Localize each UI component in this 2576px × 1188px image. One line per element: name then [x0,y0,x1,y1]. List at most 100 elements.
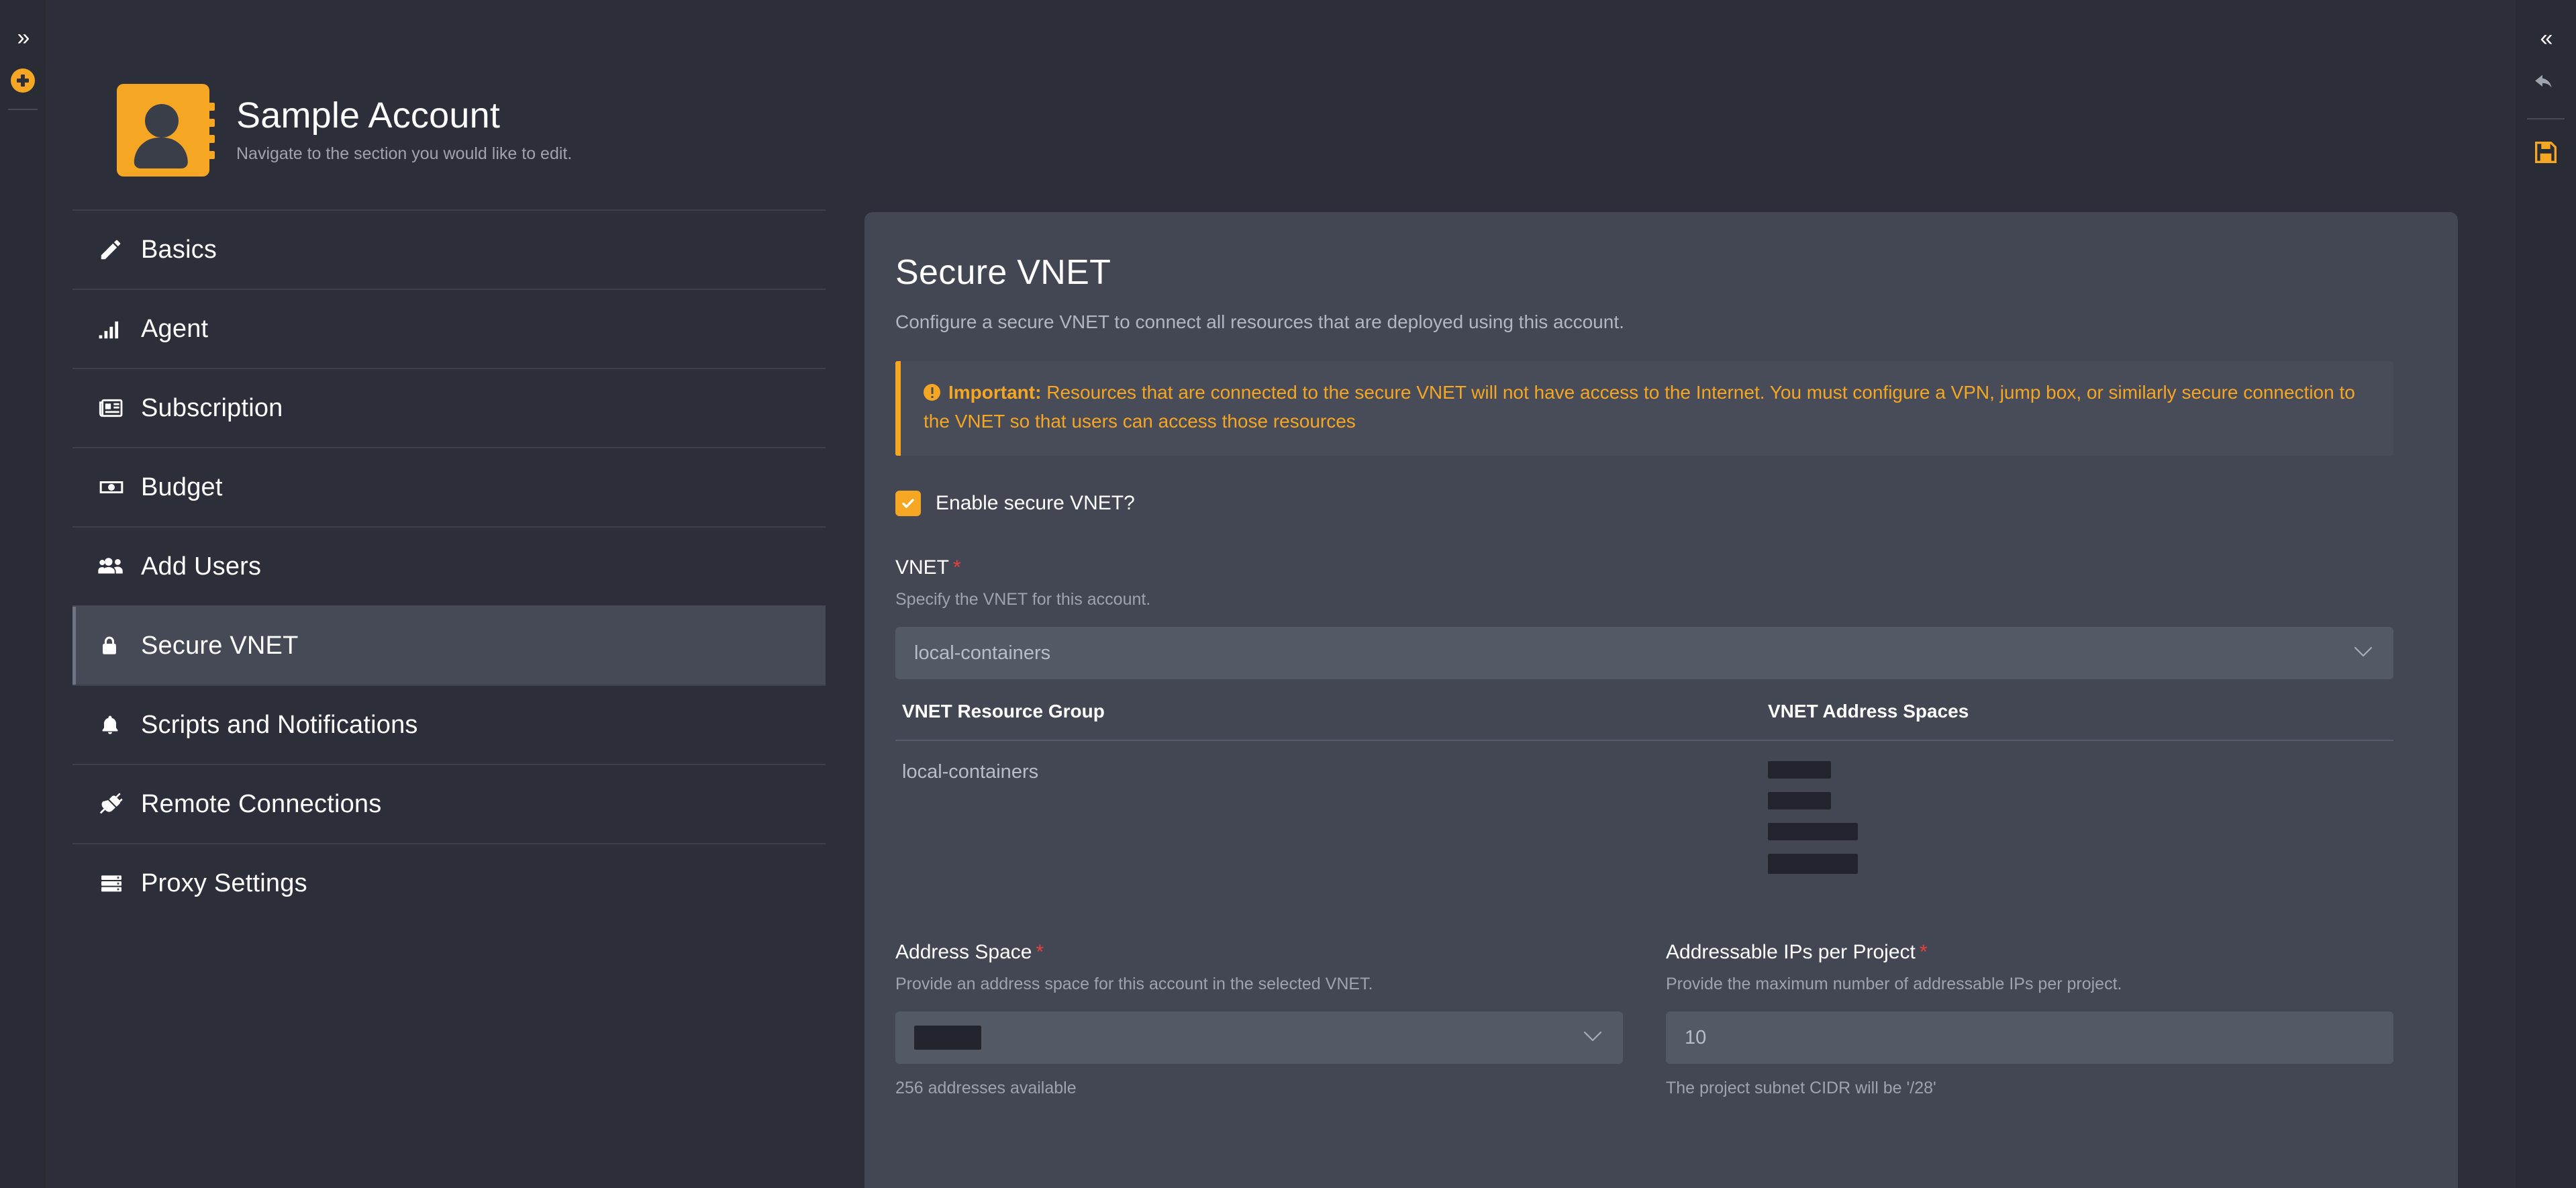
sidebar-nav: Basics Agent Subscription Budget Add Use… [72,209,864,922]
collapse-panel-button[interactable]: « [2516,15,2576,62]
signal-bars-icon [98,316,141,342]
vnet-label-text: VNET [895,556,950,579]
app-root: » Sample Account Navigate to the section… [0,0,2576,1188]
right-rail: « [2516,0,2576,1188]
add-button[interactable] [0,59,46,102]
chevron-down-icon [2353,646,2373,661]
address-space-label: Address Space * [895,941,1623,964]
undo-arrow-icon [2531,70,2561,101]
required-marker: * [953,556,961,579]
sidebar-item-basics[interactable]: Basics [72,209,826,289]
panel-subtitle: Configure a secure VNET to connect all r… [895,311,1624,332]
alert-text: Important: Resources that are connected … [924,379,2373,436]
redacted-value [1768,792,1831,810]
addressable-ips-label-text: Addressable IPs per Project [1666,941,1916,964]
vnet-field-help: Specify the VNET for this account. [895,590,1151,609]
redacted-value [1768,854,1858,875]
plug-icon [98,791,141,818]
contact-card-icon [117,84,215,177]
body-wrap: Sample Account Navigate to the section y… [46,0,2576,1188]
sidebar-item-scripts-and-notifications[interactable]: Scripts and Notifications [72,685,826,764]
floppy-save-icon [2532,139,2559,169]
plus-circle-icon [11,68,35,93]
panel-title: Secure VNET [895,253,1111,292]
exclamation-circle-icon [924,384,940,401]
redacted-value [914,1026,981,1050]
rail-divider [8,109,38,110]
page-subtitle: Navigate to the section you would like t… [236,144,573,163]
vnet-table: VNET Resource Group VNET Address Spaces … [895,701,2393,899]
alert-body: Resources that are connected to the secu… [924,382,2355,432]
cell-resource-group: local-containers [902,761,1039,783]
sidebar-item-secure-vnet[interactable]: Secure VNET [72,605,826,685]
content-column: Secure VNET Configure a secure VNET to c… [864,0,2516,1188]
addressable-ips-note: The project subnet CIDR will be '/28' [1666,1079,1936,1098]
save-button[interactable] [2516,130,2576,177]
sidebar-item-subscription[interactable]: Subscription [72,368,826,447]
sidebar-item-label: Budget [141,473,223,501]
sidebar-item-budget[interactable]: Budget [72,447,826,526]
expand-nav-button[interactable]: » [0,16,46,59]
vnet-select-value: local-containers [914,642,1051,664]
required-marker: * [1919,941,1928,964]
sidebar-item-proxy-settings[interactable]: Proxy Settings [72,843,826,922]
required-marker: * [1036,941,1044,964]
sidebar-item-label: Secure VNET [141,631,299,660]
newspaper-icon [98,395,141,422]
users-icon [98,552,141,581]
redacted-value [1768,823,1858,841]
chevron-double-right-icon: » [17,25,30,50]
table-header-row: VNET Resource Group VNET Address Spaces [895,701,2393,742]
enable-secure-vnet-checkbox[interactable] [895,491,921,517]
sidebar-item-label: Scripts and Notifications [141,710,418,739]
address-space-note: 256 addresses available [895,1079,1077,1098]
panel-gap [2458,212,2477,1188]
cell-address-spaces [1761,740,2393,899]
enable-secure-vnet-row: Enable secure VNET? [895,491,2393,517]
bottom-fields: Address Space * Provide an address space … [895,941,2393,1098]
account-header: Sample Account Navigate to the section y… [72,0,864,208]
sidebar-item-label: Basics [141,235,217,264]
addressable-ips-label: Addressable IPs per Project * [1666,941,2393,964]
table-row: local-containers [895,740,2393,899]
bell-icon [98,712,141,738]
pencil-icon [98,237,141,262]
page-title: Sample Account [236,95,501,136]
sidebar-item-label: Proxy Settings [141,869,307,897]
lock-icon [98,633,141,658]
undo-button[interactable] [2516,62,2576,109]
address-space-value [914,1026,1583,1050]
column-header-address-spaces: VNET Address Spaces [1761,701,2393,742]
sidebar-item-label: Agent [141,314,209,343]
chevron-down-icon [1583,1030,1603,1046]
vnet-field-label: VNET * [895,556,2393,579]
addressable-ips-input[interactable]: 10 [1666,1011,2393,1065]
redacted-value [1768,761,1831,779]
chevron-double-left-icon: « [2540,26,2553,51]
address-space-label-text: Address Space [895,941,1032,964]
account-sidebar: Sample Account Navigate to the section y… [46,0,864,1188]
money-bill-icon [98,474,141,501]
rail-divider [2527,118,2565,119]
sidebar-item-label: Remote Connections [141,789,382,818]
sidebar-item-remote-connections[interactable]: Remote Connections [72,764,826,843]
address-space-select[interactable] [895,1011,1623,1065]
addressable-ips-field: Addressable IPs per Project * Provide the… [1666,941,2393,1098]
addressable-ips-value: 10 [1685,1026,1707,1048]
server-icon [98,870,141,897]
sidebar-item-add-users[interactable]: Add Users [72,526,826,605]
enable-secure-vnet-label: Enable secure VNET? [936,492,1135,515]
sidebar-item-label: Add Users [141,552,262,581]
left-rail: » [0,0,46,1188]
important-alert: Important: Resources that are connected … [895,361,2393,456]
alert-strong: Important: [948,382,1042,403]
sidebar-item-label: Subscription [141,393,283,422]
check-icon [902,499,914,508]
address-space-help: Provide an address space for this accoun… [895,975,1373,994]
sidebar-item-agent[interactable]: Agent [72,289,826,368]
column-header-resource-group: VNET Resource Group [895,701,1761,742]
addressable-ips-help: Provide the maximum number of addressabl… [1666,975,2122,994]
address-space-field: Address Space * Provide an address space … [895,941,1623,1098]
secure-vnet-panel: Secure VNET Configure a secure VNET to c… [864,212,2458,1188]
vnet-select[interactable]: local-containers [895,627,2393,680]
